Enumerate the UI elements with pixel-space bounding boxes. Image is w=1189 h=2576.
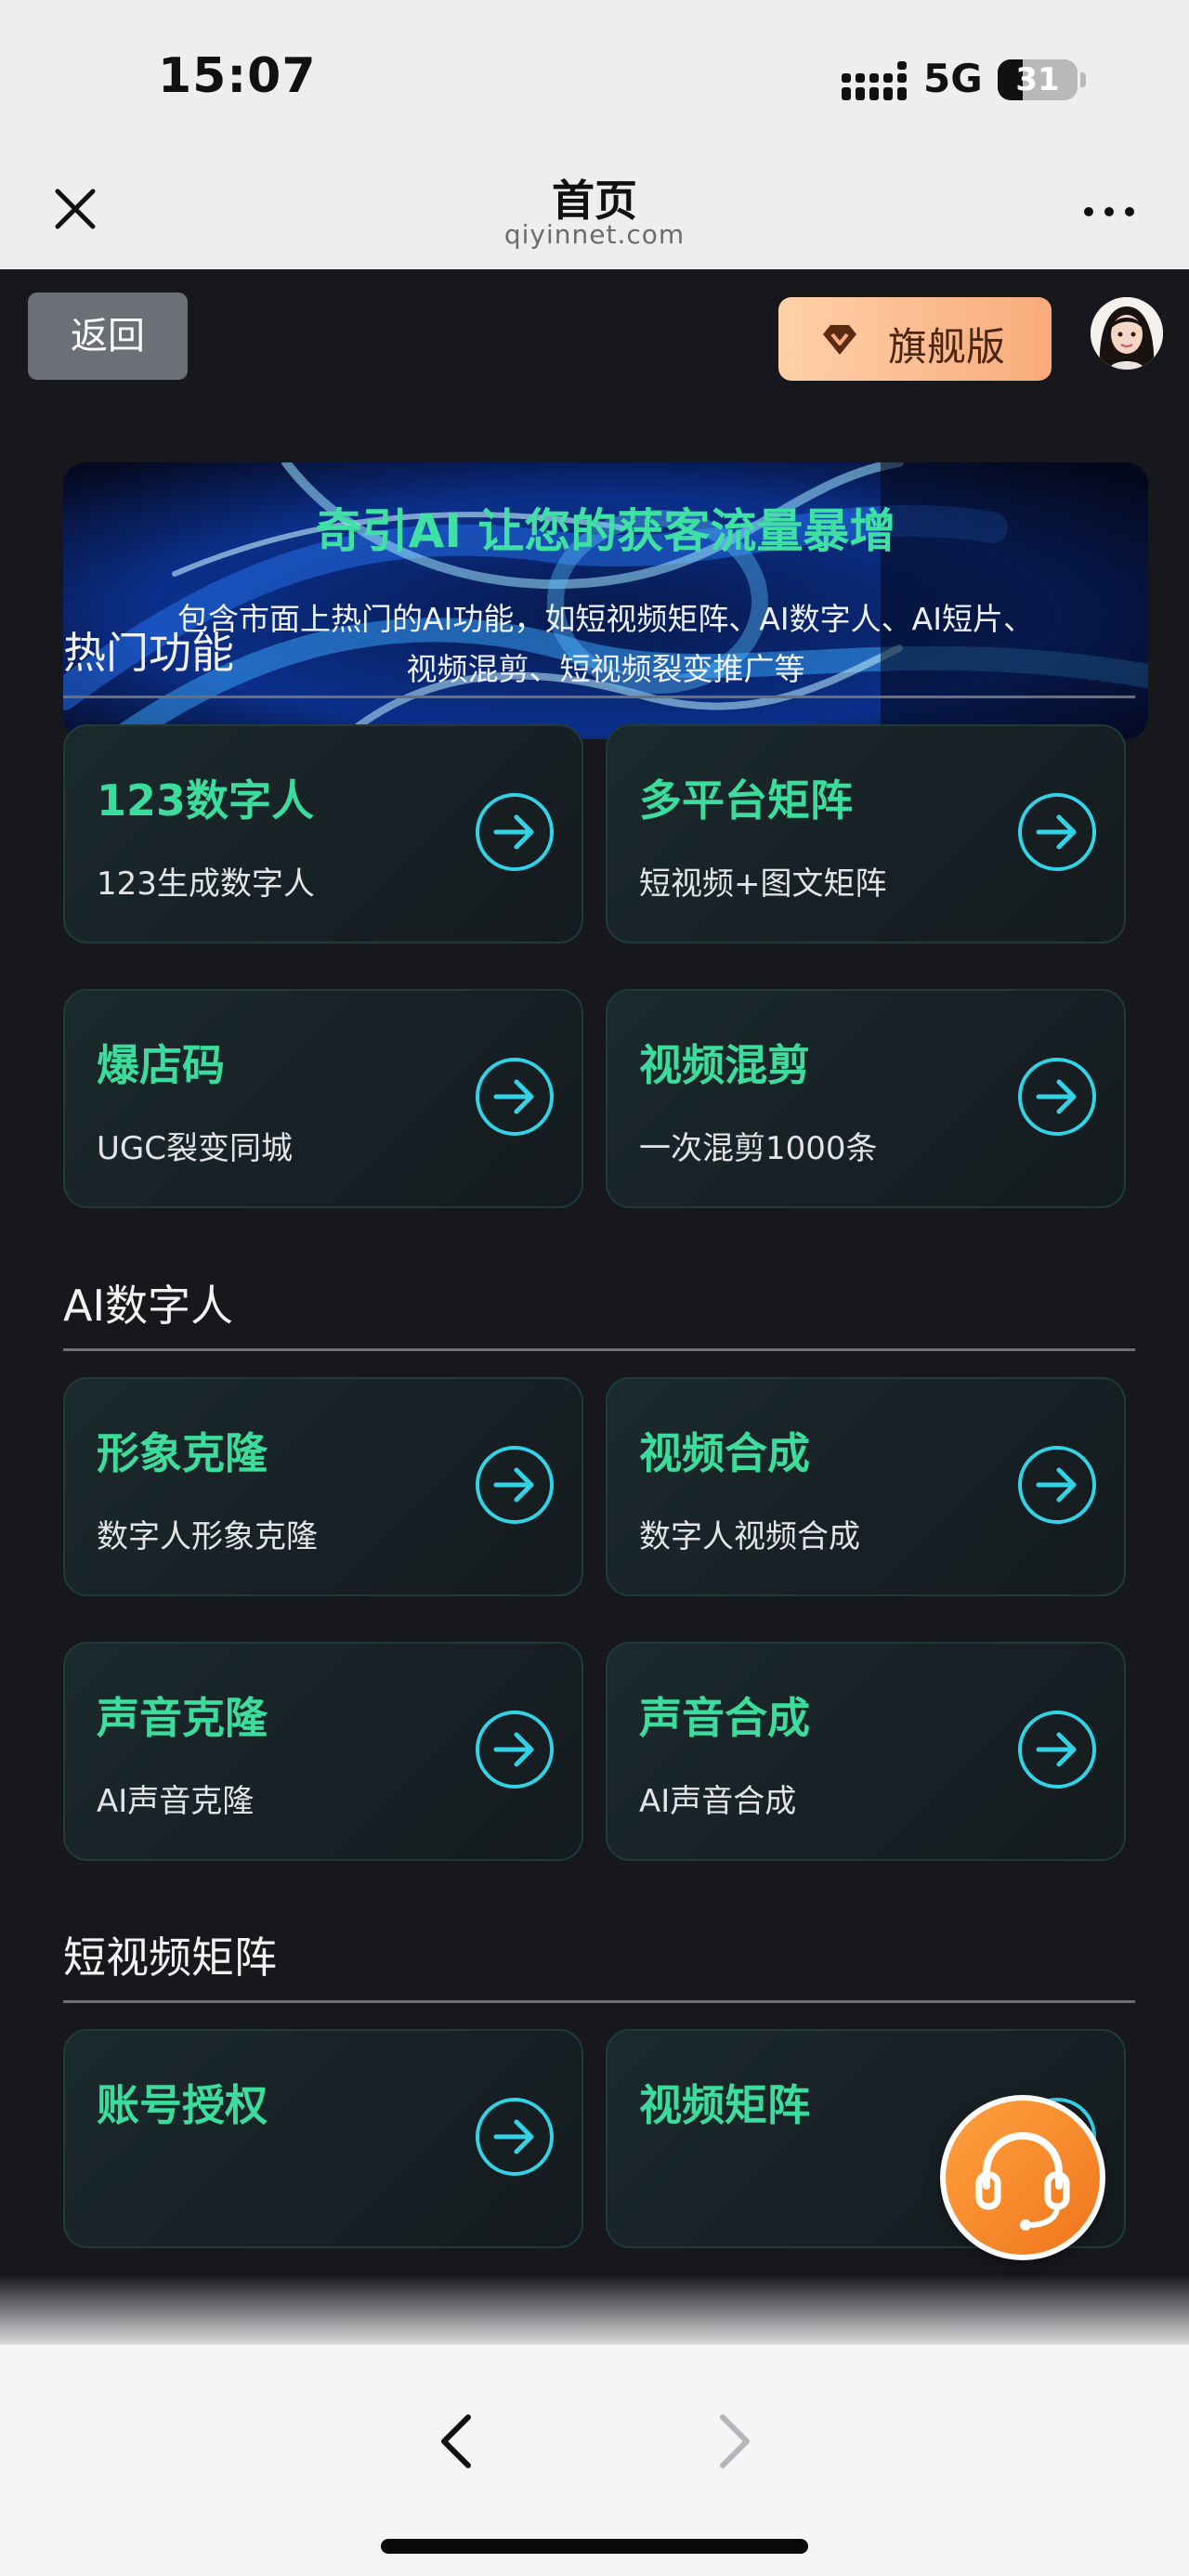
avatar-image	[1091, 297, 1163, 370]
feature-card-subtitle: 短视频+图文矩阵	[639, 865, 887, 903]
battery-icon: 31	[998, 59, 1078, 100]
feature-card[interactable]: 视频合成数字人视频合成	[606, 1377, 1126, 1596]
cellular-signal-icon	[842, 61, 907, 100]
flagship-label: 旗舰版	[888, 324, 1006, 370]
feature-card-subtitle: 一次混剪1000条	[639, 1130, 878, 1167]
headset-icon	[946, 2101, 1100, 2255]
feature-card-subtitle: 123生成数字人	[97, 865, 315, 903]
page-content: 返回 旗舰版 奇引AI 让您的获客流量暴增 包含市面上热门的AI功能，如短视频矩…	[0, 269, 1189, 2345]
flagship-button[interactable]: 旗舰版	[778, 297, 1052, 381]
arrow-right-circle-icon[interactable]	[474, 2096, 555, 2178]
network-type: 5G	[923, 56, 983, 101]
browser-nav-bar: 首页 qiyinnet.com	[0, 149, 1189, 269]
more-icon[interactable]	[1081, 201, 1137, 223]
section-title: 热门功能	[63, 628, 234, 678]
arrow-right-circle-icon[interactable]	[1016, 1056, 1098, 1138]
feature-card[interactable]: 声音克隆 AI声音克隆	[63, 1642, 583, 1861]
customer-support-button[interactable]	[940, 2095, 1105, 2260]
battery-tip	[1080, 72, 1086, 87]
feature-card-title: 视频合成	[639, 1428, 810, 1478]
feature-card-subtitle: 数字人形象克隆	[97, 1518, 318, 1555]
page-url: qiyinnet.com	[503, 219, 686, 250]
feature-card-title: 视频矩阵	[639, 2080, 810, 2130]
arrow-right-circle-icon[interactable]	[474, 1709, 555, 1790]
arrow-right-circle-icon[interactable]	[474, 791, 555, 873]
feature-card-title: 123数字人	[97, 775, 315, 826]
arrow-right-circle-icon[interactable]	[1016, 1709, 1098, 1790]
section-divider	[63, 2000, 1135, 2003]
feature-card-subtitle: AI声音合成	[639, 1783, 797, 1820]
arrow-right-circle-icon[interactable]	[1016, 1444, 1098, 1526]
chevron-left-icon[interactable]	[435, 2412, 476, 2471]
feature-card[interactable]: 账号授权	[63, 2029, 583, 2248]
status-time: 15:07	[158, 48, 317, 104]
feature-card-title: 形象克隆	[97, 1428, 268, 1478]
feature-card[interactable]: 声音合成 AI声音合成	[606, 1642, 1126, 1861]
feature-card[interactable]: 123数字人 123生成数字人	[63, 724, 583, 943]
home-indicator	[381, 2539, 808, 2554]
feature-card[interactable]: 爆店码 UGC裂变同城	[63, 989, 583, 1208]
feature-card-subtitle: 数字人视频合成	[639, 1518, 860, 1555]
feature-card-title: 视频混剪	[639, 1040, 810, 1090]
section-divider	[63, 1348, 1135, 1351]
feature-card-title: 声音克隆	[97, 1693, 268, 1743]
feature-card-title: 多平台矩阵	[639, 775, 853, 826]
feature-card[interactable]: 形象克隆数字人形象克隆	[63, 1377, 583, 1596]
back-button[interactable]: 返回	[28, 293, 188, 380]
arrow-right-circle-icon[interactable]	[474, 1444, 555, 1526]
diamond-icon	[823, 325, 856, 355]
bottom-fade	[0, 2275, 1189, 2345]
feature-card[interactable]: 视频混剪一次混剪1000条	[606, 989, 1126, 1208]
arrow-right-circle-icon[interactable]	[1016, 791, 1098, 873]
avatar[interactable]	[1091, 297, 1163, 370]
chevron-right-icon[interactable]	[715, 2412, 756, 2471]
arrow-right-circle-icon[interactable]	[474, 1056, 555, 1138]
feature-card-title: 声音合成	[639, 1693, 810, 1743]
status-bar: 15:07 5G 31	[0, 0, 1189, 149]
feature-card-title: 账号授权	[97, 2080, 268, 2130]
banner-description: 包含市面上热门的AI功能，如短视频矩阵、AI数字人、AI短片、视频混剪、短视频裂…	[177, 601, 1034, 687]
section-divider	[63, 696, 1135, 698]
banner-title: 奇引AI 让您的获客流量暴增	[315, 504, 896, 558]
battery-level: 31	[1015, 61, 1060, 98]
feature-card[interactable]: 多平台矩阵短视频+图文矩阵	[606, 724, 1126, 943]
feature-card-subtitle: UGC裂变同城	[97, 1130, 293, 1167]
feature-card-title: 爆店码	[97, 1040, 225, 1090]
section-title: AI数字人	[63, 1281, 234, 1331]
feature-card-subtitle: AI声音克隆	[97, 1783, 255, 1820]
section-title: 短视频矩阵	[63, 1932, 277, 1983]
browser-toolbar	[0, 2345, 1189, 2576]
